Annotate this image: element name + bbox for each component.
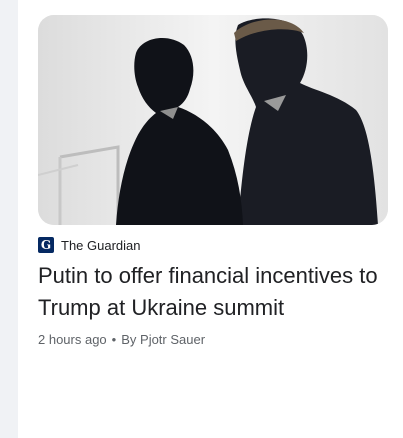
source-row[interactable]: G The Guardian <box>38 236 388 254</box>
meta-separator: • <box>111 332 117 347</box>
time-ago: 2 hours ago <box>38 332 107 347</box>
source-name: The Guardian <box>61 237 141 253</box>
left-rail <box>0 0 18 438</box>
article-meta: 2 hours ago • By Pjotr Sauer <box>38 332 388 347</box>
article-image[interactable] <box>38 15 388 225</box>
news-card[interactable]: G The Guardian Putin to offer financial … <box>38 15 388 347</box>
byline: By Pjotr Sauer <box>121 332 206 347</box>
guardian-logo-icon: G <box>38 237 54 253</box>
article-headline[interactable]: Putin to offer financial incentives to T… <box>38 260 388 324</box>
article-photo <box>38 15 388 225</box>
